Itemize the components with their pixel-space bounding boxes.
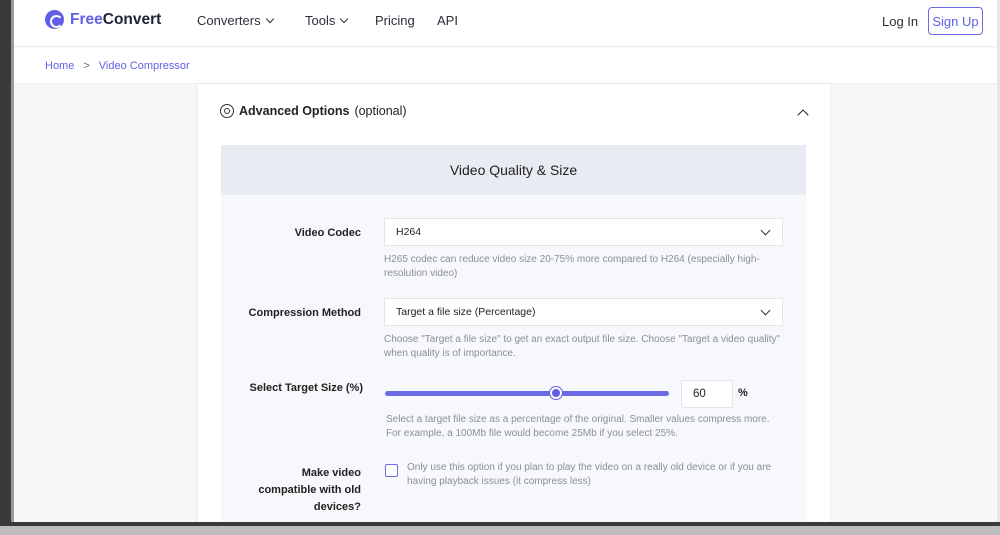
target-size-hint: Select a target file size as a percentag…: [386, 414, 770, 439]
percent-unit: %: [738, 387, 748, 399]
codec-select[interactable]: H264: [384, 218, 783, 246]
target-size-input[interactable]: 60: [681, 380, 733, 408]
compat-hint: Only use this option if you plan to play…: [407, 462, 772, 487]
chevron-up-icon[interactable]: [797, 109, 809, 121]
chevron-down-icon: [760, 225, 771, 236]
breadcrumb-home[interactable]: Home: [45, 60, 74, 72]
chevron-down-icon: [760, 305, 771, 316]
breadcrumb-separator: >: [83, 59, 90, 72]
chevron-down-icon: [340, 14, 349, 23]
chevron-down-icon: [265, 14, 274, 23]
gear-icon: [220, 104, 234, 118]
quality-section-body: Video Codec H264 H265 codec can reduce v…: [221, 195, 806, 522]
breadcrumb-current[interactable]: Video Compressor: [99, 60, 190, 72]
advanced-options-suffix: (optional): [354, 104, 407, 118]
login-link[interactable]: Log In: [882, 14, 918, 29]
options-card: Advanced Options (optional) Video Qualit…: [198, 84, 830, 522]
compression-value: Target a file size (Percentage): [396, 306, 536, 318]
logo-icon: [45, 10, 64, 29]
nav-api[interactable]: API: [437, 13, 458, 28]
signup-button[interactable]: Sign Up: [928, 7, 983, 35]
advanced-options-title: Advanced Options: [239, 104, 350, 118]
compression-label: Compression Method: [248, 307, 361, 319]
section-title: Video Quality & Size: [221, 145, 806, 195]
nav-converters[interactable]: Converters: [197, 13, 274, 28]
codec-hint: H265 codec can reduce video size 20-75% …: [384, 254, 760, 279]
compression-select[interactable]: Target a file size (Percentage): [384, 298, 783, 326]
target-size-label: Select Target Size (%): [249, 382, 364, 394]
target-size-slider[interactable]: [385, 391, 669, 396]
page-viewport: FreeConvert Converters Tools Pricing API…: [14, 0, 997, 522]
slider-handle[interactable]: [550, 387, 562, 399]
codec-label: Video Codec: [294, 227, 361, 239]
nav-tools-label: Tools: [305, 13, 336, 28]
compression-hint: Choose "Target a file size" to get an ex…: [384, 334, 781, 359]
brand-name: FreeConvert: [70, 10, 162, 28]
screenshot-frame-left: [0, 0, 11, 535]
advanced-options-header[interactable]: Advanced Options (optional): [220, 104, 407, 118]
compat-checkbox[interactable]: [385, 464, 398, 477]
top-navbar: FreeConvert Converters Tools Pricing API…: [14, 0, 997, 47]
brand-logo[interactable]: FreeConvert: [45, 10, 161, 29]
breadcrumb: Home > Video Compressor: [14, 48, 997, 84]
screenshot-frame-bottom: [0, 526, 1000, 535]
nav-pricing[interactable]: Pricing: [375, 13, 415, 28]
compat-label: Make video compatible with old devices?: [258, 467, 361, 513]
nav-tools[interactable]: Tools: [305, 13, 349, 28]
codec-value: H264: [396, 226, 422, 238]
nav-converters-label: Converters: [197, 13, 261, 28]
